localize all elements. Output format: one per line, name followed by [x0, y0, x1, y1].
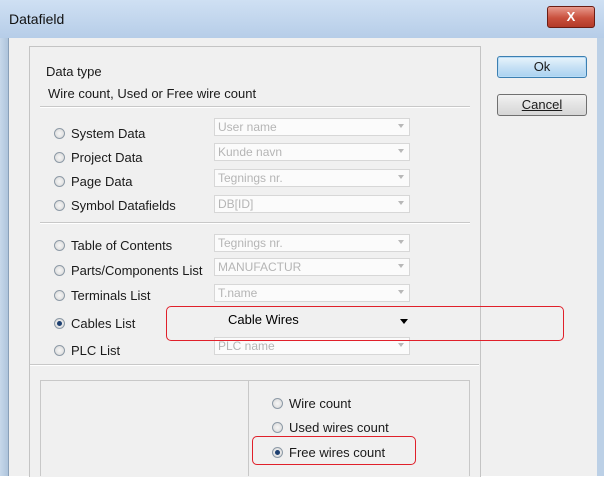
combo-value: Tegnings nr. — [218, 236, 283, 250]
radio-circle[interactable] — [54, 199, 65, 211]
combo-value: Tegnings nr. — [218, 171, 283, 185]
radio-used-wires-count[interactable]: Used wires count — [272, 418, 389, 436]
subgroup-left-border — [40, 380, 41, 476]
combo-page-data[interactable]: Tegnings nr. — [214, 169, 410, 187]
combo-value: MANUFACTUR — [218, 260, 302, 274]
radio-system-data[interactable]: System Data — [54, 124, 145, 142]
datafield-dialog: Datafield X Data type Wire count, Used o… — [0, 0, 604, 477]
chevron-down-icon — [398, 149, 404, 153]
radio-label: Parts/Components List — [71, 262, 203, 278]
radio-circle[interactable] — [54, 175, 65, 187]
radio-label: PLC List — [71, 342, 121, 358]
radio-circle[interactable] — [272, 397, 283, 409]
radio-label: Used wires count — [289, 419, 389, 435]
data-type-heading: Data type — [46, 64, 102, 79]
chevron-down-icon — [398, 201, 404, 205]
radio-circle[interactable] — [272, 421, 283, 433]
radio-circle[interactable] — [54, 289, 65, 301]
title-bar: Datafield X — [0, 0, 604, 38]
chevron-down-icon — [398, 240, 404, 244]
chevron-down-icon — [398, 264, 404, 268]
combo-value: T.name — [218, 286, 258, 300]
subgroup-right-border — [469, 380, 470, 476]
radio-wire-count[interactable]: Wire count — [272, 394, 351, 412]
chevron-down-icon — [398, 290, 404, 294]
radio-circle[interactable] — [54, 344, 65, 356]
combo-system-data[interactable]: User name — [214, 118, 410, 136]
radio-label: Terminals List — [71, 287, 151, 303]
subgroup-split-border — [248, 380, 249, 476]
cancel-label: Cancel — [521, 97, 563, 112]
radio-cables-list[interactable]: Cables List — [54, 314, 135, 332]
close-button[interactable]: X — [547, 6, 595, 28]
combo-value: User name — [218, 120, 277, 134]
subgroup-top-border — [40, 380, 470, 381]
radio-circle[interactable] — [54, 239, 65, 251]
cancel-button[interactable]: Cancel — [497, 94, 587, 116]
radio-circle[interactable] — [54, 264, 65, 276]
radio-circle-checked[interactable] — [54, 317, 65, 329]
highlight-free-wires-count — [252, 436, 416, 465]
combo-value: PLC name — [218, 339, 275, 353]
radio-parts-components-list[interactable]: Parts/Components List — [54, 261, 203, 279]
radio-plc-list[interactable]: PLC List — [54, 341, 120, 359]
highlight-cables-combo — [166, 306, 564, 341]
radio-circle[interactable] — [54, 127, 65, 139]
combo-value: Kunde navn — [218, 145, 283, 159]
chevron-down-icon — [398, 343, 404, 347]
combo-project-data[interactable]: Kunde navn — [214, 143, 410, 161]
combo-parts-components-list[interactable]: MANUFACTUR — [214, 258, 410, 276]
radio-label: Table of Contents — [71, 237, 173, 253]
chevron-down-icon — [398, 124, 404, 128]
radio-circle[interactable] — [54, 151, 65, 163]
radio-terminals-list[interactable]: Terminals List — [54, 286, 150, 304]
left-frame — [0, 38, 8, 476]
radio-page-data[interactable]: Page Data — [54, 172, 132, 190]
combo-value: DB[ID] — [218, 197, 254, 211]
combo-symbol-datafields[interactable]: DB[ID] — [214, 195, 410, 213]
radio-project-data[interactable]: Project Data — [54, 148, 143, 166]
radio-label: Cables List — [71, 315, 136, 331]
data-type-value: Wire count, Used or Free wire count — [48, 86, 257, 101]
radio-label: Page Data — [71, 173, 133, 189]
ok-button[interactable]: Ok — [497, 56, 587, 78]
radio-table-of-contents[interactable]: Table of Contents — [54, 236, 172, 254]
radio-label: Symbol Datafields — [71, 197, 176, 213]
radio-label: Project Data — [71, 149, 143, 165]
combo-table-of-contents[interactable]: Tegnings nr. — [214, 234, 410, 252]
radio-label: Wire count — [289, 395, 352, 411]
radio-label: System Data — [71, 125, 146, 141]
combo-terminals-list[interactable]: T.name — [214, 284, 410, 302]
chevron-down-icon — [398, 175, 404, 179]
window-title: Datafield — [9, 11, 65, 27]
radio-symbol-datafields[interactable]: Symbol Datafields — [54, 196, 176, 214]
